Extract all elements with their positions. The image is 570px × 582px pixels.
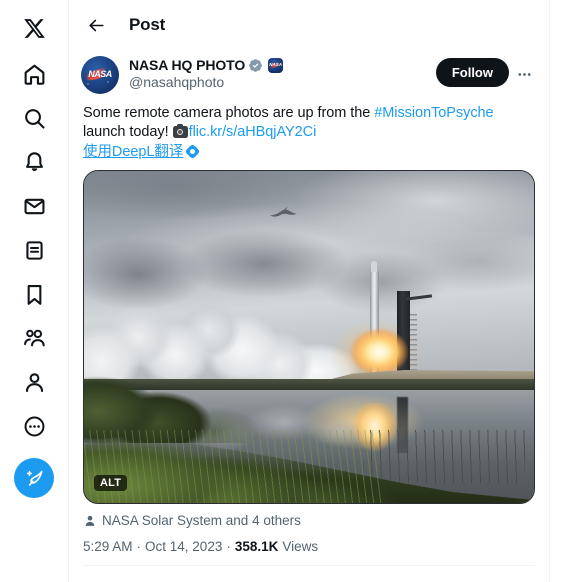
- author-identity: NASA HQ PHOTO NASA @nasahqphoto: [129, 56, 436, 90]
- feather-plus-icon: [26, 470, 43, 486]
- post-author-row: NASA NASA HQ PHOTO NASA @nasahqphoto Fol…: [69, 50, 549, 94]
- avatar-wordmark: NASA: [88, 69, 112, 79]
- sidebar-item-lists[interactable]: [12, 228, 56, 272]
- bird-in-photo: [269, 206, 297, 217]
- post-header-bar: Post: [69, 0, 549, 50]
- camera-emoji-icon: [172, 123, 188, 138]
- more-horizontal-icon[interactable]: [511, 61, 537, 87]
- social-context-row[interactable]: NASA Solar System and 4 others: [69, 504, 549, 528]
- post-text-part2: launch today!: [83, 124, 173, 140]
- primary-sidebar: [0, 0, 69, 582]
- post-actions-divider: [83, 565, 535, 566]
- translate-post-link[interactable]: 使用DeepL翻译: [83, 144, 183, 160]
- compose-post-button[interactable]: [14, 458, 54, 498]
- author-display-name[interactable]: NASA HQ PHOTO: [129, 57, 245, 73]
- post-date: Oct 14, 2023: [145, 539, 223, 554]
- sidebar-item-home[interactable]: [12, 52, 56, 96]
- post-photo[interactable]: ALT: [83, 170, 535, 504]
- sidebar-item-bookmarks[interactable]: [12, 272, 56, 316]
- post-media-container: ALT: [69, 162, 549, 504]
- sidebar-item-explore[interactable]: [12, 96, 56, 140]
- deepl-badge-icon: [185, 143, 201, 160]
- sidebar-item-notifications[interactable]: [12, 140, 56, 184]
- views-count: 358.1K: [234, 539, 279, 554]
- sidebar-item-profile[interactable]: [12, 360, 56, 404]
- translate-row: 使用DeepL翻译: [83, 143, 535, 162]
- x-post-page: Post NASA NASA HQ PHOTO NASA @nasahqphot…: [0, 0, 570, 582]
- profile-small-icon: [83, 514, 97, 528]
- post-body-text: Some remote camera photos are up from th…: [69, 94, 549, 162]
- author-name-line: NASA HQ PHOTO NASA: [129, 57, 436, 73]
- author-handle: @nasahqphoto: [129, 74, 225, 90]
- social-context-text: NASA Solar System and 4 others: [102, 513, 301, 528]
- photo-reeds: [363, 429, 525, 484]
- verified-badge-icon: [248, 58, 263, 73]
- follow-button[interactable]: Follow: [435, 58, 509, 87]
- page-title: Post: [129, 15, 166, 34]
- post-detail-column: Post NASA NASA HQ PHOTO NASA @nasahqphot…: [69, 0, 550, 582]
- post-text-part1: Some remote camera photos are up from th…: [83, 105, 375, 121]
- x-logo-icon[interactable]: [12, 8, 56, 48]
- post-meta-row: 5:29 AM · Oct 14, 2023 · 358.1K Views: [69, 528, 549, 554]
- sidebar-item-messages[interactable]: [12, 184, 56, 228]
- post-time: 5:29 AM: [83, 539, 133, 554]
- meta-separator-2: ·: [226, 539, 231, 554]
- views-label: Views: [282, 539, 319, 554]
- external-photo-link[interactable]: flic.kr/s/aHBqjAY2Ci: [189, 124, 317, 140]
- hashtag-link[interactable]: #MissionToPsyche: [374, 105, 493, 121]
- photo-grass-blades: [84, 429, 381, 503]
- back-arrow-icon[interactable]: [81, 10, 111, 40]
- sidebar-item-communities[interactable]: [12, 316, 56, 360]
- alt-badge[interactable]: ALT: [94, 475, 128, 491]
- sidebar-item-more[interactable]: [12, 404, 56, 448]
- avatar[interactable]: NASA: [81, 56, 119, 94]
- nasa-affiliate-badge-icon[interactable]: NASA: [268, 57, 284, 73]
- meta-separator-1: ·: [136, 539, 142, 554]
- right-gutter: [550, 0, 570, 582]
